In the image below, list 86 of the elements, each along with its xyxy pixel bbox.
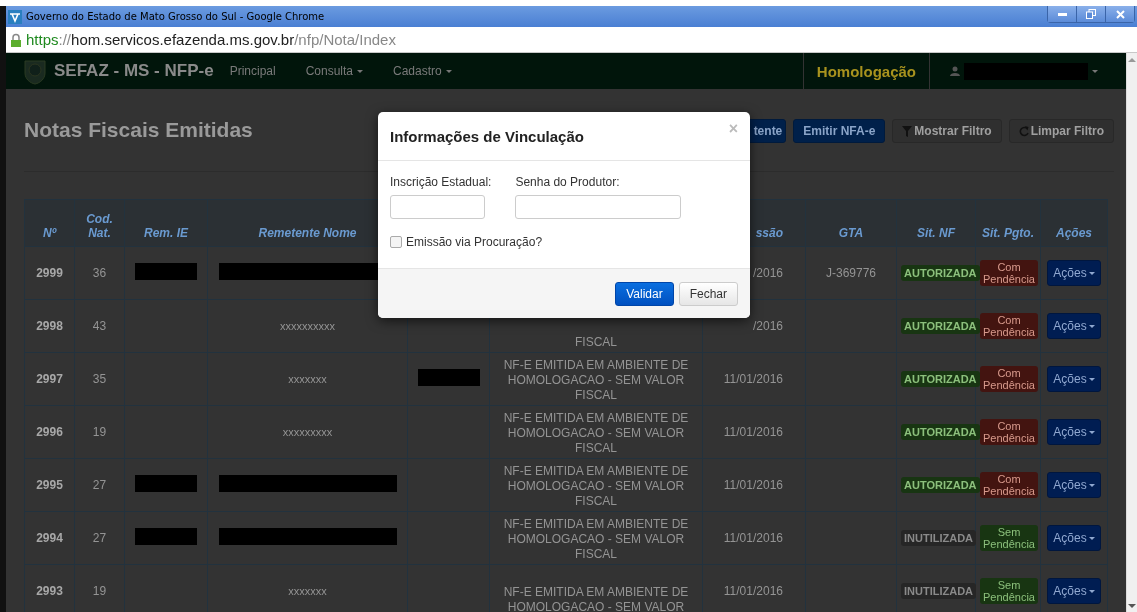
status-badge: AUTORIZADA bbox=[901, 477, 980, 493]
payment-badge: Com Pendência bbox=[980, 313, 1038, 339]
payment-badge: Com Pendência bbox=[980, 366, 1038, 392]
table-cell: 27 bbox=[92, 478, 107, 492]
payment-badge: Com Pendência bbox=[980, 260, 1038, 286]
table-cell: /2016 bbox=[752, 266, 783, 280]
table-cell: xxxxxxx bbox=[288, 585, 327, 597]
table-cell: /2016 bbox=[752, 319, 783, 333]
input-field[interactable] bbox=[515, 195, 682, 219]
table-cell: 2996 bbox=[36, 425, 63, 439]
actions-button[interactable]: Ações bbox=[1047, 260, 1101, 286]
user-icon bbox=[950, 66, 960, 76]
checkbox[interactable] bbox=[390, 236, 402, 248]
url-text[interactable]: https://hom.servicos.efazenda.ms.gov.br/nfp/Nota/Index bbox=[26, 31, 396, 48]
table-cell: 11/01/2016 bbox=[723, 478, 783, 492]
table-cell: NF-E EMITIDA EM AMBIENTE DE HOMOLOGACAO - SEM VALOR FISCAL bbox=[503, 358, 689, 402]
lock-icon bbox=[10, 32, 22, 47]
toolbar-button[interactable]: Limpar Filtro bbox=[1008, 119, 1114, 143]
status-badge: AUTORIZADA bbox=[901, 371, 980, 387]
filter-icon bbox=[902, 125, 913, 137]
payment-badge: Com Pendência bbox=[980, 472, 1038, 498]
crest-icon bbox=[22, 57, 48, 85]
status-badge: INUTILIZADA bbox=[901, 583, 977, 599]
actions-button[interactable]: Ações bbox=[1047, 313, 1101, 339]
field-label: Senha do Produtor: bbox=[515, 175, 621, 189]
table-cell: 19 bbox=[92, 425, 107, 439]
actions-button[interactable]: Ações bbox=[1047, 419, 1101, 445]
nav-link[interactable]: Cadastro bbox=[393, 64, 452, 78]
payment-badge: Sem Pendência bbox=[980, 578, 1038, 604]
minimize-icon bbox=[1057, 12, 1067, 16]
field-label: Inscrição Estadual: bbox=[390, 175, 492, 189]
nav-link[interactable]: Consulta bbox=[305, 64, 364, 78]
table-cell: NF-E EMITIDA EM AMBIENTE DE HOMOLOGACAO - SEM VALOR bbox=[503, 585, 689, 612]
table-cell: 35 bbox=[92, 372, 107, 386]
table-cell: 2998 bbox=[36, 319, 63, 333]
status-badge: AUTORIZADA bbox=[901, 265, 980, 281]
table-cell: NF-E EMITIDA EM AMBIENTE DE HOMOLOGACAO - SEM VALOR FISCAL bbox=[503, 517, 689, 561]
dialog-button[interactable]: Fechar bbox=[678, 281, 738, 306]
nav-link[interactable]: Principal bbox=[229, 64, 276, 78]
table-cell: 11/01/2016 bbox=[723, 531, 783, 545]
window-title: Governo do Estado de Mato Grosso do Sul - Google Chrome bbox=[26, 11, 326, 22]
restore-button[interactable] bbox=[1076, 6, 1105, 22]
restore-icon bbox=[1086, 9, 1096, 19]
table-cell: 2994 bbox=[36, 531, 63, 545]
table-cell: xxxxxxxxxx bbox=[280, 320, 335, 332]
actions-button[interactable]: Ações bbox=[1047, 525, 1101, 551]
status-badge: AUTORIZADA bbox=[901, 424, 980, 440]
page-title: Notas Fiscais Emitidas bbox=[24, 118, 253, 142]
status-badge: INUTILIZADA bbox=[901, 530, 977, 546]
dialog-title: Informações de Vinculação bbox=[390, 127, 584, 145]
toolbar-button[interactable]: Mostrar Filtro bbox=[892, 119, 1002, 143]
dialog-button[interactable]: Validar bbox=[615, 281, 674, 306]
table-cell: 43 bbox=[92, 319, 107, 333]
brand-title[interactable]: SEFAZ - MS - NFP-e bbox=[54, 61, 214, 81]
input-field[interactable] bbox=[390, 195, 485, 219]
table-cell: 11/01/2016 bbox=[723, 584, 783, 598]
table-cell: NF-E EMITIDA EM AMBIENTE DE HOMOLOGACAO - SEM VALOR FISCAL bbox=[503, 464, 689, 508]
actions-button[interactable]: Ações bbox=[1047, 472, 1101, 498]
minimize-button[interactable] bbox=[1048, 6, 1076, 22]
table-cell: 2997 bbox=[36, 372, 63, 386]
close-button[interactable] bbox=[1105, 6, 1134, 22]
table-cell: xxxxxxx bbox=[288, 373, 327, 385]
table-cell: 11/01/2016 bbox=[723, 425, 783, 439]
table-cell: 11/01/2016 bbox=[723, 372, 783, 386]
table-cell: 19 bbox=[92, 584, 107, 598]
table-cell: NF-E EMITIDA EM AMBIENTE DE HOMOLOGACAO - SEM VALOR FISCAL bbox=[503, 411, 689, 455]
table-cell: 2995 bbox=[36, 478, 63, 492]
table-cell: FISCAL bbox=[575, 335, 617, 349]
environment-label: Homologação bbox=[802, 53, 930, 89]
refresh-icon bbox=[1018, 125, 1029, 137]
table-cell: 36 bbox=[92, 266, 107, 280]
scrollbar[interactable] bbox=[1126, 53, 1137, 612]
close-icon bbox=[1115, 9, 1125, 19]
table-cell: xxxxxxxxx bbox=[282, 426, 333, 438]
actions-button[interactable]: Ações bbox=[1047, 578, 1101, 604]
table-cell: 2999 bbox=[36, 266, 63, 280]
actions-button[interactable]: Ações bbox=[1047, 366, 1101, 392]
status-badge: AUTORIZADA bbox=[901, 318, 980, 334]
payment-badge: Com Pendência bbox=[980, 419, 1038, 445]
app-icon bbox=[8, 9, 22, 24]
table-cell: 27 bbox=[92, 531, 107, 545]
table-cell: 2993 bbox=[36, 584, 63, 598]
checkbox-label[interactable]: Emissão via Procuração? bbox=[406, 235, 543, 249]
table-cell: J-369776 bbox=[825, 266, 876, 280]
toolbar-button[interactable]: Emitir NFA-e bbox=[793, 119, 886, 143]
payment-badge: Sem Pendência bbox=[980, 525, 1038, 551]
